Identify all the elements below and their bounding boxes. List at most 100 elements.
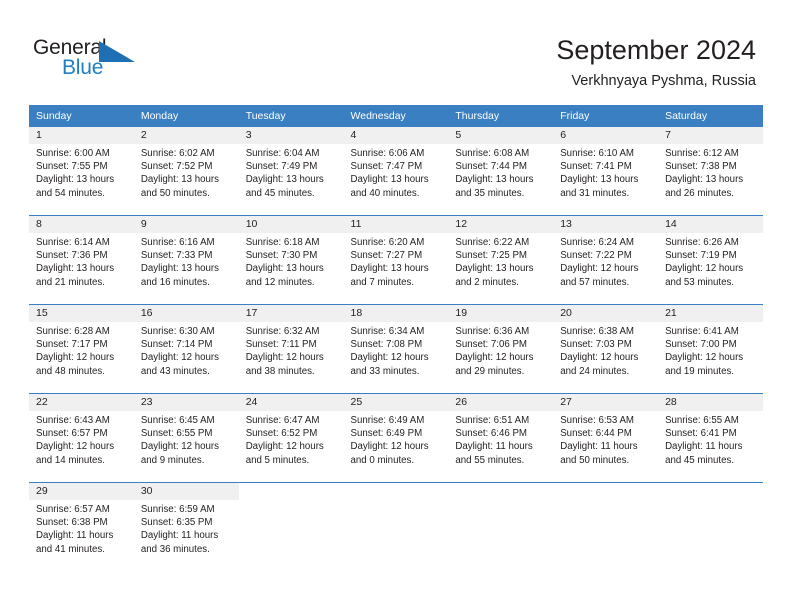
daylight-text-line2: and 38 minutes.: [245, 365, 315, 377]
daylight-text-line1: Daylight: 13 hours: [245, 263, 324, 275]
day-details: Sunrise: 6:57 AM Sunset: 6:38 PM Dayligh…: [29, 500, 134, 556]
sunrise-text: Sunrise: 6:36 AM: [455, 326, 530, 337]
day-details: Sunrise: 6:06 AM Sunset: 7:47 PM Dayligh…: [344, 144, 449, 200]
calendar-day-cell[interactable]: 28 Sunrise: 6:55 AM Sunset: 6:41 PM Dayl…: [658, 393, 763, 483]
daylight-text-line2: and 21 minutes.: [36, 276, 105, 288]
calendar-page: General Blue September 2024 Verkhnyaya P…: [0, 0, 792, 612]
day-number: 8: [29, 216, 134, 233]
daylight-text-line2: and 50 minutes.: [560, 454, 630, 466]
sunrise-text: Sunrise: 6:04 AM: [245, 148, 320, 159]
sunset-text: Sunset: 7:11 PM: [245, 339, 317, 351]
day-details: Sunrise: 6:55 AM Sunset: 6:41 PM Dayligh…: [658, 411, 763, 467]
calendar-day-cell[interactable]: 18 Sunrise: 6:34 AM Sunset: 7:08 PM Dayl…: [343, 304, 449, 394]
day-details: Sunrise: 6:53 AM Sunset: 6:44 PM Dayligh…: [553, 411, 658, 467]
sunset-text: Sunset: 7:49 PM: [245, 161, 318, 173]
day-details: Sunrise: 6:38 AM Sunset: 7:03 PM Dayligh…: [553, 322, 658, 378]
calendar-day-cell[interactable]: 22 Sunrise: 6:43 AM Sunset: 6:57 PM Dayl…: [29, 393, 134, 483]
day-number: 19: [448, 305, 554, 322]
calendar-day-cell-empty: [448, 482, 554, 571]
weekday-header-monday: Monday: [133, 105, 239, 127]
daylight-text-line1: Daylight: 13 hours: [36, 263, 115, 275]
daylight-text-line2: and 54 minutes.: [36, 187, 105, 199]
day-number: 14: [658, 216, 763, 233]
daylight-text-line1: Daylight: 11 hours: [140, 530, 219, 542]
sunset-text: Sunset: 6:38 PM: [36, 517, 108, 529]
sunrise-text: Sunrise: 6:32 AM: [245, 326, 320, 337]
daylight-text-line2: and 5 minutes.: [245, 454, 310, 466]
day-details: Sunrise: 6:51 AM Sunset: 6:46 PM Dayligh…: [448, 411, 553, 467]
sunrise-text: Sunrise: 6:20 AM: [350, 237, 425, 248]
daylight-text-line1: Daylight: 12 hours: [350, 352, 429, 364]
day-number: 7: [658, 127, 763, 144]
calendar-day-cell[interactable]: 15 Sunrise: 6:28 AM Sunset: 7:17 PM Dayl…: [29, 304, 134, 394]
daylight-text-line1: Daylight: 13 hours: [350, 263, 429, 275]
calendar-day-cell-empty: [343, 482, 449, 571]
day-number: 29: [29, 483, 134, 500]
calendar-day-cell[interactable]: 21 Sunrise: 6:41 AM Sunset: 7:00 PM Dayl…: [658, 304, 763, 394]
general-blue-logo[interactable]: General Blue: [33, 36, 213, 86]
sunrise-text: Sunrise: 6:53 AM: [560, 415, 634, 426]
day-number: 26: [448, 394, 554, 411]
sunrise-text: Sunrise: 6:43 AM: [36, 415, 110, 426]
calendar-week-row: 8 Sunrise: 6:14 AM Sunset: 7:36 PM Dayli…: [29, 215, 763, 305]
calendar-header-row: Sunday Monday Tuesday Wednesday Thursday…: [29, 105, 763, 127]
day-details: Sunrise: 6:22 AM Sunset: 7:25 PM Dayligh…: [448, 233, 553, 289]
sunrise-text: Sunrise: 6:55 AM: [665, 415, 739, 426]
weekday-header-wednesday: Wednesday: [343, 105, 449, 127]
calendar-day-cell[interactable]: 19 Sunrise: 6:36 AM Sunset: 7:06 PM Dayl…: [448, 304, 554, 394]
sunset-text: Sunset: 7:47 PM: [350, 161, 423, 173]
sunset-text: Sunset: 7:00 PM: [665, 339, 737, 351]
calendar-day-cell-empty: [553, 482, 659, 571]
month-calendar-table: Sunday Monday Tuesday Wednesday Thursday…: [29, 105, 763, 571]
calendar-day-cell[interactable]: 12 Sunrise: 6:22 AM Sunset: 7:25 PM Dayl…: [448, 215, 554, 305]
calendar-day-cell-empty: [238, 482, 344, 571]
calendar-day-cell[interactable]: 5 Sunrise: 6:08 AM Sunset: 7:44 PM Dayli…: [448, 127, 554, 216]
calendar-day-cell[interactable]: 2 Sunrise: 6:02 AM Sunset: 7:52 PM Dayli…: [133, 127, 239, 216]
calendar-day-cell[interactable]: 26 Sunrise: 6:51 AM Sunset: 6:46 PM Dayl…: [448, 393, 554, 483]
weekday-header-thursday: Thursday: [448, 105, 554, 127]
sunrise-text: Sunrise: 6:02 AM: [140, 148, 215, 159]
daylight-text-line2: and 35 minutes.: [455, 187, 525, 199]
daylight-text-line2: and 0 minutes.: [350, 454, 415, 466]
calendar-day-cell[interactable]: 6 Sunrise: 6:10 AM Sunset: 7:41 PM Dayli…: [553, 127, 659, 216]
daylight-text-line1: Daylight: 11 hours: [455, 441, 533, 453]
calendar-day-cell[interactable]: 16 Sunrise: 6:30 AM Sunset: 7:14 PM Dayl…: [133, 304, 239, 394]
weekday-header-friday: Friday: [553, 105, 659, 127]
daylight-text-line2: and 2 minutes.: [455, 276, 519, 288]
calendar-day-cell[interactable]: 11 Sunrise: 6:20 AM Sunset: 7:27 PM Dayl…: [343, 215, 449, 305]
calendar-day-cell[interactable]: 9 Sunrise: 6:16 AM Sunset: 7:33 PM Dayli…: [133, 215, 239, 305]
calendar-day-cell[interactable]: 13 Sunrise: 6:24 AM Sunset: 7:22 PM Dayl…: [553, 215, 659, 305]
calendar-day-cell-empty: [658, 482, 763, 571]
day-number: 28: [658, 394, 763, 411]
calendar-day-cell[interactable]: 23 Sunrise: 6:45 AM Sunset: 6:55 PM Dayl…: [133, 393, 239, 483]
sunset-text: Sunset: 7:55 PM: [36, 161, 108, 173]
calendar-day-cell[interactable]: 3 Sunrise: 6:04 AM Sunset: 7:49 PM Dayli…: [238, 127, 344, 216]
day-details: Sunrise: 6:45 AM Sunset: 6:55 PM Dayligh…: [134, 411, 239, 467]
calendar-day-cell[interactable]: 7 Sunrise: 6:12 AM Sunset: 7:38 PM Dayli…: [658, 127, 763, 216]
daylight-text-line2: and 45 minutes.: [245, 187, 315, 199]
day-number: 12: [448, 216, 554, 233]
daylight-text-line2: and 45 minutes.: [665, 454, 734, 466]
day-number: 20: [553, 305, 659, 322]
calendar-day-cell[interactable]: 25 Sunrise: 6:49 AM Sunset: 6:49 PM Dayl…: [343, 393, 449, 483]
calendar-day-cell[interactable]: 30 Sunrise: 6:59 AM Sunset: 6:35 PM Dayl…: [133, 482, 239, 571]
daylight-text-line1: Daylight: 12 hours: [665, 352, 744, 364]
daylight-text-line1: Daylight: 13 hours: [140, 263, 219, 275]
day-details: Sunrise: 6:10 AM Sunset: 7:41 PM Dayligh…: [553, 144, 658, 200]
calendar-day-cell[interactable]: 10 Sunrise: 6:18 AM Sunset: 7:30 PM Dayl…: [238, 215, 344, 305]
sunrise-text: Sunrise: 6:06 AM: [350, 148, 425, 159]
calendar-day-cell[interactable]: 24 Sunrise: 6:47 AM Sunset: 6:52 PM Dayl…: [238, 393, 344, 483]
day-number: 3: [238, 127, 344, 144]
calendar-day-cell[interactable]: 8 Sunrise: 6:14 AM Sunset: 7:36 PM Dayli…: [29, 215, 134, 305]
calendar-day-cell[interactable]: 4 Sunrise: 6:06 AM Sunset: 7:47 PM Dayli…: [343, 127, 449, 216]
calendar-day-cell[interactable]: 20 Sunrise: 6:38 AM Sunset: 7:03 PM Dayl…: [553, 304, 659, 394]
weekday-header-tuesday: Tuesday: [238, 105, 344, 127]
calendar-day-cell[interactable]: 27 Sunrise: 6:53 AM Sunset: 6:44 PM Dayl…: [553, 393, 659, 483]
calendar-day-cell[interactable]: 1 Sunrise: 6:00 AM Sunset: 7:55 PM Dayli…: [29, 127, 134, 216]
calendar-week-row: 1 Sunrise: 6:00 AM Sunset: 7:55 PM Dayli…: [29, 127, 763, 216]
calendar-day-cell[interactable]: 14 Sunrise: 6:26 AM Sunset: 7:19 PM Dayl…: [658, 215, 763, 305]
calendar-day-cell[interactable]: 17 Sunrise: 6:32 AM Sunset: 7:11 PM Dayl…: [238, 304, 344, 394]
calendar-day-cell[interactable]: 29 Sunrise: 6:57 AM Sunset: 6:38 PM Dayl…: [29, 482, 134, 571]
sunset-text: Sunset: 7:14 PM: [140, 339, 213, 351]
daylight-text-line1: Daylight: 12 hours: [665, 263, 744, 275]
